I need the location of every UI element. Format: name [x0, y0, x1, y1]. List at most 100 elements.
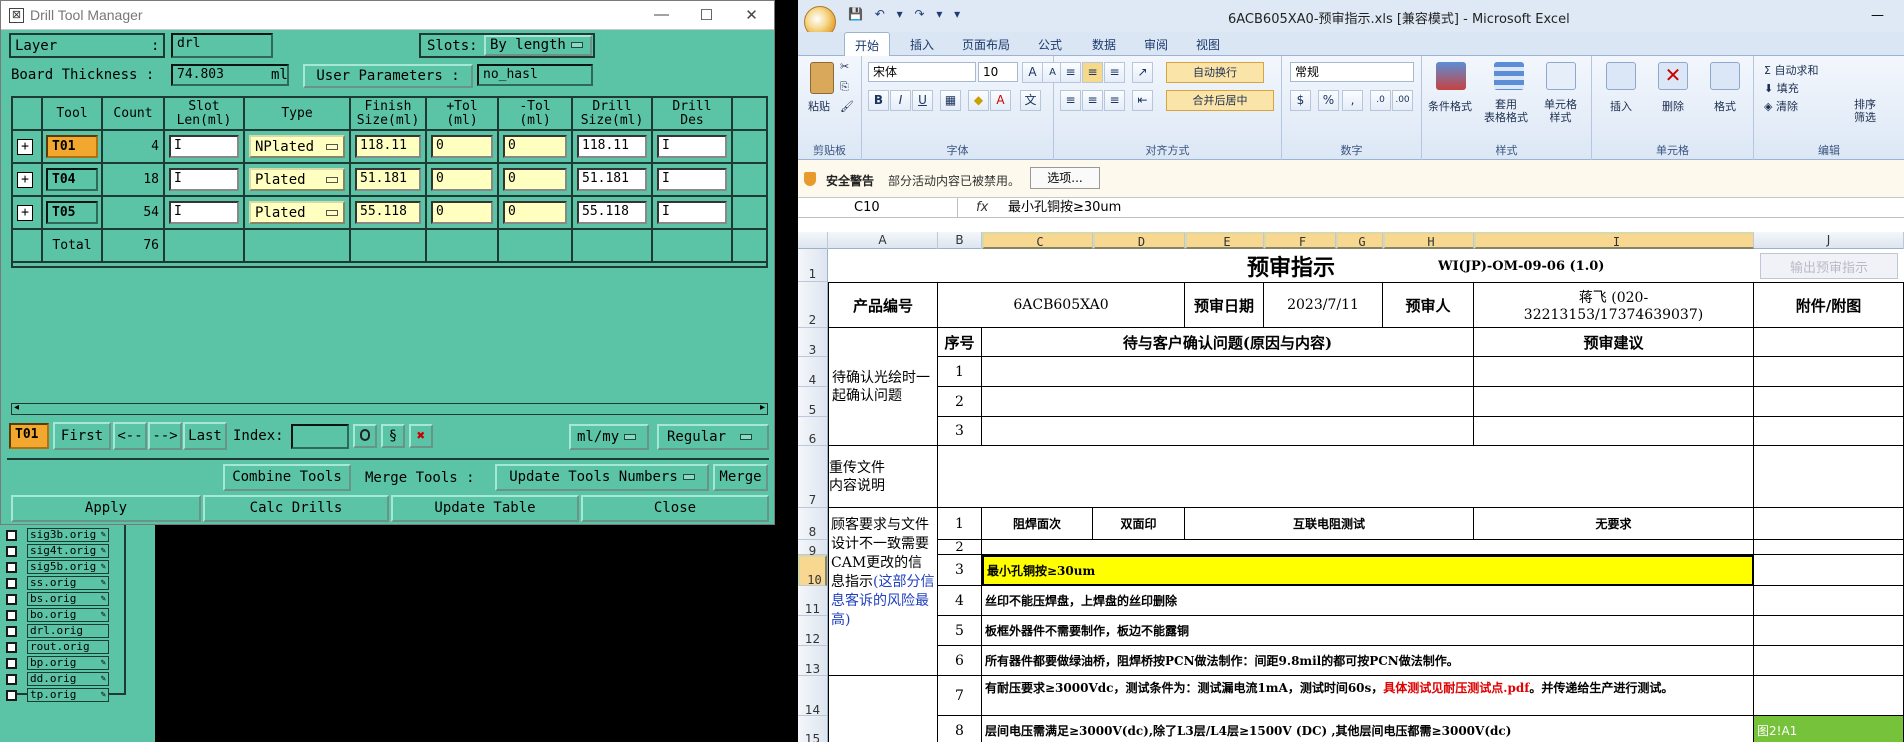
next-button[interactable]: --> — [148, 422, 182, 450]
slot-len-input[interactable]: I — [169, 168, 239, 191]
align-left-icon[interactable]: ≡ — [1060, 90, 1081, 111]
fill-button[interactable]: ⬇ 填充 — [1764, 80, 1799, 96]
list-item[interactable]: ss.orig ✎ — [6, 575, 109, 591]
scroll-left-icon[interactable]: ◂ — [14, 402, 19, 413]
minimize-icon[interactable]: — — [1871, 8, 1884, 23]
paste-icon[interactable] — [810, 62, 834, 94]
slot-len-input[interactable]: I — [169, 201, 239, 224]
layer-checkbox[interactable] — [6, 689, 17, 701]
orientation-icon[interactable]: ↗ — [1132, 62, 1153, 83]
last-button[interactable]: Last — [183, 422, 227, 450]
row-header[interactable]: 8 — [798, 508, 827, 540]
fx-icon[interactable]: fx — [976, 198, 988, 217]
align-bottom-icon[interactable]: ≡ — [1104, 62, 1125, 83]
merge-center-button[interactable]: 合并后居中 — [1166, 90, 1274, 111]
tab-review[interactable]: 审阅 — [1144, 36, 1168, 53]
table-format-button[interactable]: 套用 表格格式 — [1484, 98, 1528, 124]
layer-checkbox[interactable] — [6, 609, 17, 621]
autosum-button[interactable]: Σ 自动求和 — [1764, 62, 1818, 78]
sheet-link-cell[interactable]: 图2!A1 — [1754, 716, 1904, 742]
tool-cell[interactable]: T04 — [46, 168, 98, 191]
conditional-format-button[interactable]: 条件格式 — [1428, 98, 1472, 114]
list-item[interactable]: dd.orig ✎ — [6, 671, 109, 687]
first-button[interactable]: First — [53, 422, 111, 450]
combine-tools-button[interactable]: Combine Tools — [223, 464, 351, 491]
wrap-text-button[interactable]: 自动换行 — [1166, 62, 1264, 83]
row-header[interactable]: 4 — [798, 357, 827, 387]
drill-des-input[interactable]: I — [657, 201, 727, 224]
column-header[interactable]: A — [828, 232, 938, 249]
drill-size-input[interactable]: 51.181 — [577, 168, 647, 191]
layer-input[interactable]: drl — [171, 33, 273, 58]
merge-mode-dropdown[interactable]: Update Tools Numbers — [495, 464, 709, 491]
align-center-icon[interactable]: ≡ — [1082, 90, 1103, 111]
column-header[interactable]: H — [1383, 232, 1474, 249]
layer-checkbox[interactable] — [6, 561, 17, 573]
fill-color-icon[interactable]: ◆ — [968, 90, 989, 111]
column-header[interactable]: D — [1093, 232, 1185, 249]
type-dropdown[interactable]: Plated — [249, 201, 345, 224]
minimize-icon[interactable]: — — [639, 6, 684, 24]
row-header[interactable]: 13 — [798, 646, 827, 676]
minus-tol-input[interactable]: 0 — [503, 135, 567, 158]
expand-icon[interactable]: + — [17, 205, 33, 221]
close-button[interactable]: Close — [581, 495, 769, 522]
horizontal-scrollbar[interactable]: ◂ ▸ — [11, 402, 768, 415]
insert-cells-button[interactable]: 插入 — [1610, 98, 1632, 114]
update-table-button[interactable]: Update Table — [391, 495, 579, 522]
layer-checkbox[interactable] — [6, 673, 17, 685]
underline-icon[interactable]: U — [912, 90, 933, 111]
column-header[interactable]: B — [938, 232, 982, 249]
calc-drills-button[interactable]: Calc Drills — [203, 495, 389, 522]
list-item[interactable]: tp.orig ✎ — [6, 687, 109, 703]
paste-button[interactable]: 粘贴 — [808, 98, 830, 114]
security-options-button[interactable]: 选项... — [1030, 167, 1100, 189]
format-cells-icon[interactable] — [1710, 62, 1740, 90]
search-icon[interactable] — [353, 424, 377, 448]
row-header[interactable]: 12 — [798, 616, 827, 646]
list-item[interactable]: bs.orig ✎ — [6, 591, 109, 607]
layer-checkbox[interactable] — [6, 657, 17, 669]
number-format-dropdown[interactable]: 常规 — [1290, 62, 1414, 82]
type-dropdown[interactable]: Plated — [249, 168, 345, 191]
format-cells-button[interactable]: 格式 — [1714, 98, 1736, 114]
increase-decimal-icon[interactable]: .0 — [1370, 90, 1391, 111]
minus-tol-input[interactable]: 0 — [503, 201, 567, 224]
tool-cell[interactable]: T01 — [46, 135, 98, 158]
layer-checkbox[interactable] — [6, 625, 17, 637]
list-item[interactable]: sig3b.orig ✎ — [6, 527, 109, 543]
finish-size-input[interactable]: 51.181 — [355, 168, 421, 191]
list-item[interactable]: bp.orig ✎ — [6, 655, 109, 671]
clear-button[interactable]: ◈ 清除 — [1764, 98, 1798, 114]
list-item[interactable]: drl.orig — [6, 623, 109, 639]
plus-tol-input[interactable]: 0 — [431, 201, 493, 224]
layer-checkbox[interactable] — [6, 529, 17, 541]
column-header[interactable]: F — [1264, 232, 1336, 249]
decrease-decimal-icon[interactable]: .00 — [1392, 90, 1413, 111]
phonetic-icon[interactable]: 文 — [1020, 90, 1041, 111]
tab-insert[interactable]: 插入 — [910, 36, 934, 53]
row-header[interactable]: 1 — [798, 249, 827, 282]
italic-icon[interactable]: I — [890, 90, 911, 111]
font-color-icon[interactable]: A — [990, 90, 1011, 111]
row-header[interactable]: 11 — [798, 586, 827, 616]
export-button[interactable]: 输出预审指示 — [1760, 253, 1898, 279]
row-header[interactable]: 2 — [798, 282, 827, 328]
scroll-right-icon[interactable]: ▸ — [760, 402, 765, 413]
borders-icon[interactable]: ▦ — [940, 90, 961, 111]
plus-tol-input[interactable]: 0 — [431, 168, 493, 191]
tab-home[interactable]: 开始 — [844, 32, 891, 56]
list-item[interactable]: sig4t.orig ✎ — [6, 543, 109, 559]
row-header[interactable]: 6 — [798, 417, 827, 446]
align-top-icon[interactable]: ≡ — [1060, 62, 1081, 83]
grow-font-icon[interactable]: A — [1022, 62, 1043, 83]
slots-dropdown[interactable]: By length — [484, 35, 592, 56]
percent-icon[interactable]: % — [1318, 90, 1339, 111]
index-input[interactable] — [291, 424, 349, 449]
list-item[interactable]: sig5b.orig ✎ — [6, 559, 109, 575]
drill-size-input[interactable]: 118.11 — [577, 135, 647, 158]
replace-icon[interactable]: § — [381, 424, 405, 448]
layer-checkbox[interactable] — [6, 545, 17, 557]
column-header[interactable]: I — [1474, 232, 1754, 249]
font-size-dropdown[interactable]: 10 — [978, 62, 1018, 82]
